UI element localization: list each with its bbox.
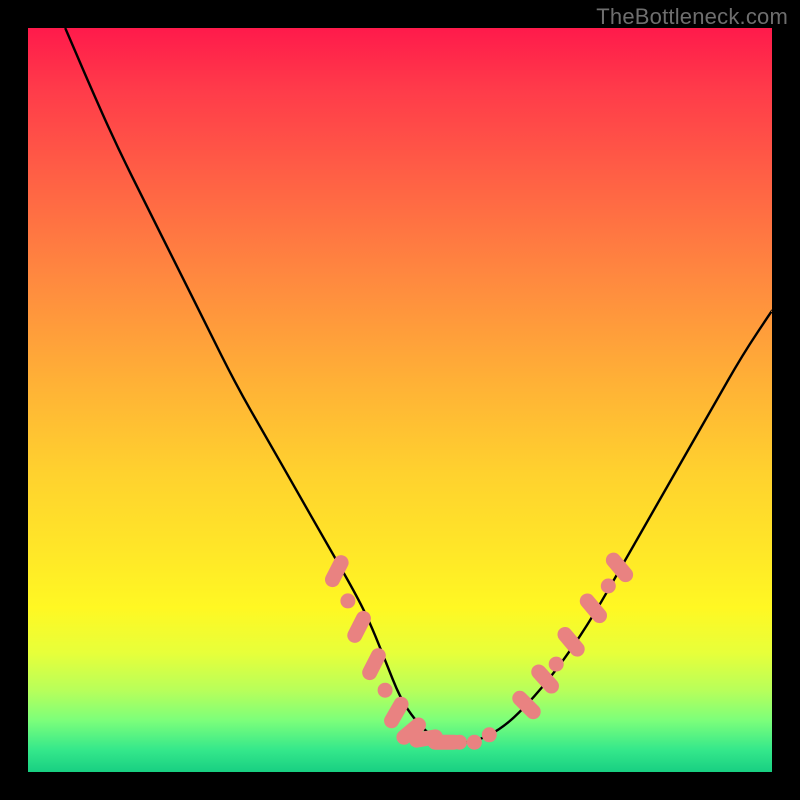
marker-dot [482, 727, 497, 742]
marker-layer [322, 550, 636, 750]
marker-pill [322, 553, 351, 590]
plot-svg [28, 28, 772, 772]
marker-dot [452, 735, 467, 750]
marker-dot [340, 593, 355, 608]
marker-dot [467, 735, 482, 750]
bottleneck-curve [65, 28, 772, 742]
marker-dot [549, 657, 564, 672]
watermark-text: TheBottleneck.com [596, 4, 788, 30]
marker-dot [601, 579, 616, 594]
curve-layer [65, 28, 772, 742]
marker-dot [378, 683, 393, 698]
marker-pill [554, 624, 587, 660]
marker-pill [345, 608, 374, 645]
marker-pill [360, 646, 389, 683]
chart-frame: TheBottleneck.com [0, 0, 800, 800]
plot-area [28, 28, 772, 772]
